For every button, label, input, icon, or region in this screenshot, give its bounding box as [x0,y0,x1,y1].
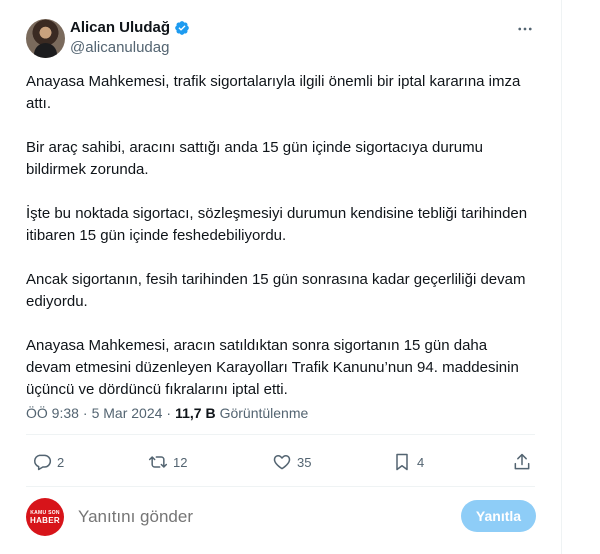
more-icon [518,27,532,31]
author-name-row: Alican Uludağ [70,19,190,36]
tweet-header: Alican Uludağ @alicanuludag [26,17,561,59]
divider [26,486,535,487]
tweet-time[interactable]: ÖÖ 9:38 [26,405,79,421]
tweet-paragraph: İşte bu noktada sigortacı, sözleşmesiyi … [26,205,528,244]
author-avatar[interactable] [26,19,65,58]
views-count[interactable]: 11,7 B [175,405,215,421]
meta-separator: · [82,405,88,421]
meta-separator: · [166,405,172,421]
reply-icon [34,454,52,471]
bookmark-button[interactable]: 4 [392,448,424,476]
more-options-button[interactable] [515,19,535,39]
tweet-paragraph: Ancak sigortanın, fesih tarihinden 15 gü… [26,271,526,310]
bookmark-count: 4 [417,454,425,470]
tweet-meta: ÖÖ 9:38 · 5 Mar 2024 · 11,7 B Görüntülen… [26,405,308,421]
tweet-card: Alican Uludağ @alicanuludag Anayasa Mahk… [0,0,562,554]
reply-button[interactable]: 2 [32,448,64,476]
like-icon [273,455,291,470]
reply-submit-button[interactable]: Yanıtla [461,500,536,532]
share-button[interactable] [512,448,532,476]
tweet-date[interactable]: 5 Mar 2024 [92,405,163,421]
divider [26,434,535,435]
avatar-logo-text-bottom: HABER [30,515,60,525]
tweet-paragraph: Anayasa Mahkemesi, trafik sigortalarıyla… [26,73,521,112]
retweet-button[interactable]: 12 [148,448,187,476]
tweet-text: Anayasa Mahkemesi, trafik sigortalarıyla… [26,71,536,423]
author-handle[interactable]: @alicanuludag [70,39,169,56]
verified-badge-icon [175,20,189,35]
author-display-name[interactable]: Alican Uludağ [70,19,170,36]
tweet-paragraph: Bir araç sahibi, aracını sattığı anda 15… [26,139,483,178]
tweet-paragraph: Anayasa Mahkemesi, aracın satıldıktan so… [26,337,519,398]
views-label: Görüntülenme [219,405,309,421]
bookmark-icon [396,453,408,471]
reply-composer: KAMU SON HABER Yanıtla [26,498,536,536]
like-button[interactable]: 35 [272,448,311,476]
current-user-avatar[interactable]: KAMU SON HABER [26,498,64,536]
reply-count: 2 [57,454,65,470]
share-icon [514,453,530,470]
reply-input[interactable] [78,504,378,530]
retweet-icon [148,456,168,468]
retweet-count: 12 [173,454,188,470]
action-bar: 2 12 35 4 [26,448,536,476]
like-count: 35 [297,454,312,470]
